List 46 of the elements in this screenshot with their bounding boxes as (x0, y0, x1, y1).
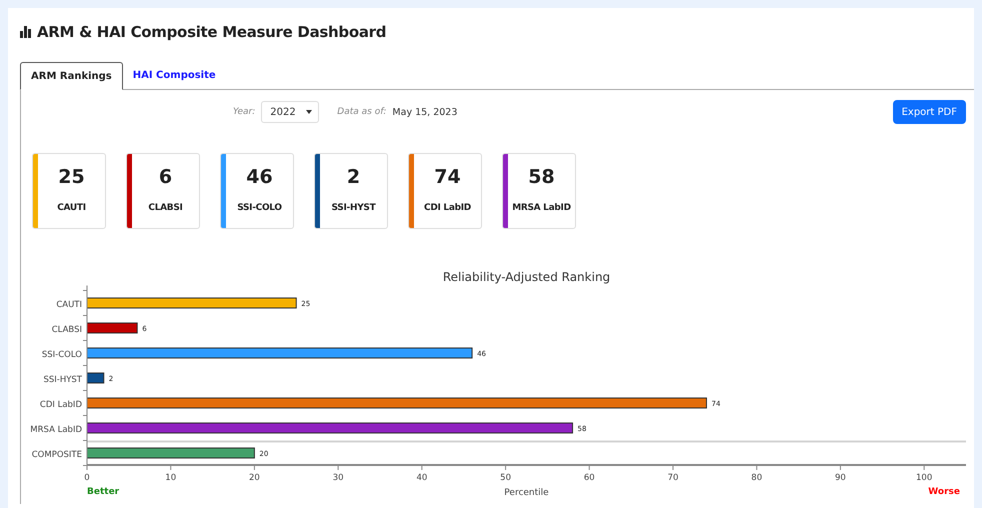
year-label: Year: (233, 107, 256, 117)
tick-label: 50 (500, 473, 511, 483)
metric-label: CLABSI (148, 203, 183, 213)
data-as-of-date: May 15, 2023 (392, 106, 458, 118)
category-label: COMPOSITE (32, 450, 82, 460)
category-label: CDI LabID (40, 400, 82, 410)
metric-label: SSI-HYST (332, 203, 376, 213)
tick-label: 0 (84, 473, 90, 483)
metric-value: 74 (434, 166, 461, 188)
metric-label: SSI-COLO (237, 203, 282, 213)
metric-label: MRSA LabID (512, 203, 571, 213)
tick-label: 10 (165, 473, 176, 483)
bar (86, 372, 104, 384)
caret-icon (306, 110, 312, 114)
metric-value: 25 (58, 166, 85, 188)
data-as-of-label: Data as of: (337, 107, 386, 117)
metric-label: CAUTI (57, 203, 86, 213)
year-select[interactable]: 2022 (261, 101, 320, 123)
export-pdf-button[interactable]: Export PDF (892, 100, 966, 124)
tick-label: 70 (668, 473, 678, 483)
tick-label: 60 (584, 473, 595, 483)
tick-label: 40 (416, 473, 428, 483)
category-label: SSI-COLO (42, 350, 82, 360)
tab[interactable]: HAI Composite (122, 62, 226, 89)
category-label: MRSA LabID (30, 425, 82, 435)
tick-label: 80 (751, 473, 762, 483)
tick-label: 20 (249, 473, 260, 483)
tick-label: 30 (332, 473, 344, 483)
metric-value: 58 (528, 166, 555, 188)
bar-chart-icon (20, 26, 33, 38)
metric-value: 6 (158, 166, 172, 188)
tick-label: 100 (916, 473, 932, 483)
category-label: CLABSI (52, 325, 82, 335)
category-label: CAUTI (56, 300, 82, 310)
annotation-label: Better (87, 487, 120, 497)
bar (86, 322, 138, 334)
metric-value: 2 (346, 166, 360, 188)
tab[interactable]: ARM Rankings (20, 62, 123, 90)
chart-title: Reliability-Adjusted Ranking (442, 270, 610, 284)
metric-value: 46 (246, 166, 273, 188)
metric-label: CDI LabID (424, 203, 471, 213)
category-label: SSI-HYST (43, 375, 82, 385)
annotation-label: Worse (928, 487, 960, 497)
tick-label: 90 (835, 473, 846, 483)
axis-title: Percentile (504, 488, 549, 498)
dashboard-title: ARM & HAI Composite Measure Dashboard (37, 23, 386, 41)
